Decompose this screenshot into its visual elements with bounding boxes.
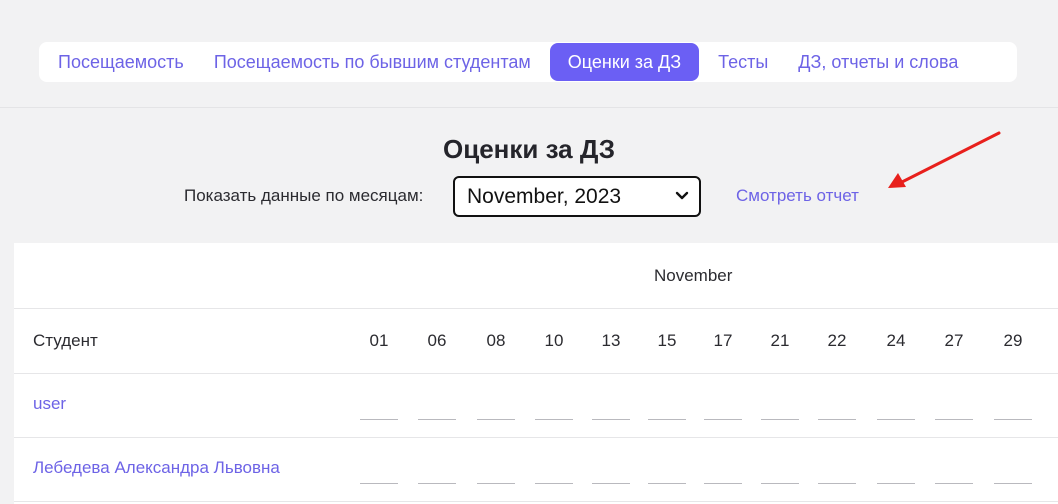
day-column-header: 27 — [944, 331, 964, 350]
grade-cell[interactable] — [592, 483, 630, 484]
chevron-down-icon — [675, 191, 689, 200]
day-column-header: 13 — [601, 331, 621, 350]
day-column-header: 06 — [427, 331, 447, 350]
tab-homework-reports-words[interactable]: ДЗ, отчеты и слова — [783, 43, 973, 81]
grade-cell[interactable] — [648, 483, 686, 484]
day-column-header: 21 — [770, 331, 790, 350]
month-select-value: November, 2023 — [467, 185, 622, 208]
grade-cell[interactable] — [935, 483, 973, 484]
grade-cell[interactable] — [818, 483, 856, 484]
grade-cell[interactable] — [704, 419, 742, 420]
grade-cell[interactable] — [592, 419, 630, 420]
grade-cell[interactable] — [418, 419, 456, 420]
grade-cell[interactable] — [360, 419, 398, 420]
grade-cell[interactable] — [761, 419, 799, 420]
grade-cell[interactable] — [418, 483, 456, 484]
grade-cell[interactable] — [818, 419, 856, 420]
grades-table: November Студент 01 06 08 10 13 15 17 21 22 24 27 2… — [14, 243, 1058, 504]
day-column-header: 22 — [827, 331, 847, 350]
grade-cell[interactable] — [994, 419, 1032, 420]
tab-former-students-attendance[interactable]: Посещаемость по бывшим студентам — [199, 43, 546, 81]
month-filter-label: Показать данные по месяцам: — [184, 186, 424, 205]
grade-cell[interactable] — [704, 483, 742, 484]
annotation-arrow-icon — [888, 131, 1001, 188]
tab-bar: Посещаемость Посещаемость по бывшим студ… — [39, 42, 1017, 82]
day-column-header: 29 — [1003, 331, 1023, 350]
table-row: user — [14, 374, 1058, 438]
grade-cell[interactable] — [935, 419, 973, 420]
day-column-header: 24 — [886, 331, 906, 350]
grade-cell[interactable] — [535, 419, 573, 420]
student-name-link[interactable]: Лебедева Александра Львовна — [33, 458, 280, 478]
top-bar: Посещаемость Посещаемость по бывшим студ… — [0, 0, 1058, 108]
grade-cell[interactable] — [648, 419, 686, 420]
view-report-link[interactable]: Смотреть отчет — [736, 186, 859, 206]
day-column-header: 17 — [713, 331, 733, 350]
grade-cell[interactable] — [877, 483, 915, 484]
grade-cell[interactable] — [877, 419, 915, 420]
day-column-header: 01 — [369, 331, 389, 350]
grade-cell[interactable] — [477, 483, 515, 484]
tab-attendance[interactable]: Посещаемость — [43, 43, 199, 81]
grade-cell[interactable] — [994, 483, 1032, 484]
tab-homework-grades[interactable]: Оценки за ДЗ — [549, 43, 700, 81]
student-column-header: Студент — [33, 331, 98, 350]
month-header-label: November — [654, 266, 733, 285]
day-column-header: 15 — [657, 331, 677, 350]
tab-tests[interactable]: Тесты — [703, 43, 783, 81]
day-column-header: 10 — [544, 331, 564, 350]
month-select[interactable]: November, 2023 — [453, 176, 701, 217]
grade-cell[interactable] — [535, 483, 573, 484]
grade-cell[interactable] — [761, 483, 799, 484]
student-name-link[interactable]: user — [33, 394, 66, 414]
grade-cell[interactable] — [477, 419, 515, 420]
day-column-header: 08 — [486, 331, 506, 350]
grade-cell[interactable] — [360, 483, 398, 484]
table-row: Лебедева Александра Львовна — [14, 438, 1058, 502]
table-column-header: Студент 01 06 08 10 13 15 17 21 22 24 27 29 — [14, 309, 1058, 374]
table-month-header: November — [14, 243, 1058, 309]
